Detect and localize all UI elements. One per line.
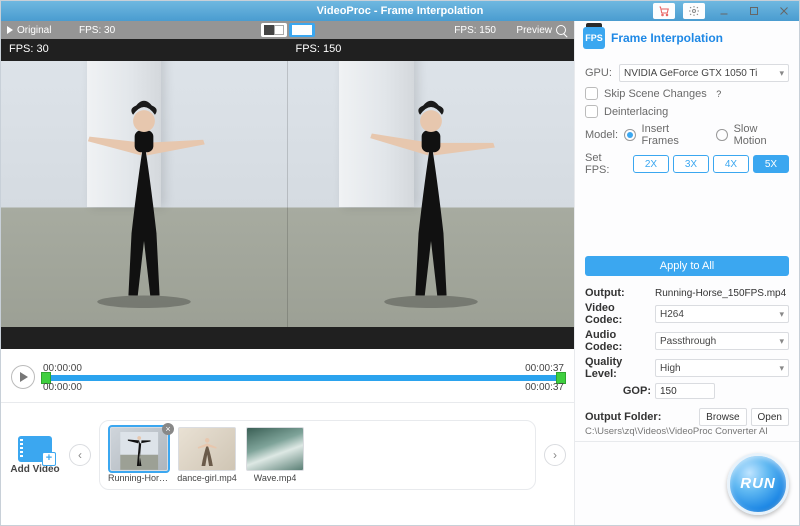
gop-value: 150	[660, 386, 677, 397]
timeline-track[interactable]	[43, 375, 564, 381]
skip-scene-label: Skip Scene Changes	[604, 88, 707, 100]
audio-codec-label: Audio Codec:	[585, 329, 651, 353]
add-video-icon	[18, 436, 52, 462]
clip-remove-icon[interactable]: ×	[162, 423, 174, 435]
output-label: Output:	[585, 287, 651, 299]
settings-icon[interactable]	[683, 3, 705, 19]
cart-icon[interactable]	[653, 3, 675, 19]
magnify-icon	[556, 25, 566, 35]
chevron-down-icon: ▾	[779, 336, 784, 347]
clips-list: × Running-Horse.m dance-girl.mp4 Wave.mp…	[99, 420, 536, 490]
output-folder-label: Output Folder:	[585, 411, 661, 423]
audio-codec-select[interactable]: Passthrough ▾	[655, 332, 789, 350]
fps-out-label: FPS: 150	[332, 21, 502, 39]
model-label: Model:	[585, 129, 618, 141]
fps-2x-button[interactable]: 2X	[633, 155, 669, 173]
quality-value: High	[660, 363, 681, 374]
model-insert-label: Insert Frames	[642, 123, 705, 147]
preview-toolbar: Original FPS: 30 FPS: 150 Preview	[1, 21, 574, 39]
preview-canvas: FPS: 30 FPS: 150	[1, 39, 574, 349]
clip-caption: Wave.mp4	[254, 473, 297, 483]
quality-label: Quality Level:	[585, 356, 651, 380]
maximize-button[interactable]	[743, 3, 765, 19]
panel-header: FPS Frame Interpolation	[575, 21, 799, 55]
output-section: Output: Running-Horse_150FPS.mp4 Video C…	[575, 280, 799, 406]
close-button[interactable]	[773, 3, 795, 19]
deinterlacing-checkbox[interactable]	[585, 105, 598, 118]
apply-all-button[interactable]: Apply to All	[585, 256, 789, 276]
play-button[interactable]	[11, 365, 35, 389]
video-codec-select[interactable]: H264 ▾	[655, 305, 789, 323]
app-title: VideoProc - Frame Interpolation	[317, 5, 484, 17]
compare-mode-group	[257, 21, 319, 39]
window-controls	[653, 1, 795, 21]
gpu-label: GPU:	[585, 67, 613, 79]
preview-right	[287, 61, 574, 327]
audio-codec-value: Passthrough	[660, 336, 716, 347]
title-bar: VideoProc - Frame Interpolation	[1, 1, 799, 21]
apply-all-label: Apply to All	[660, 260, 714, 272]
clips-strip: Add Video ‹ × Running-Horse.m dance-girl…	[1, 403, 574, 507]
open-button[interactable]: Open	[751, 408, 789, 426]
clips-prev-button[interactable]: ‹	[69, 444, 91, 466]
chevron-down-icon: ▾	[779, 363, 784, 374]
help-icon[interactable]: ?	[713, 88, 725, 100]
add-video-button[interactable]: Add Video	[9, 436, 61, 475]
time-start-bottom: 00:00:00	[43, 382, 82, 393]
timeline: 00:00:00 00:00:37 00:00:00 00:00:37	[1, 349, 574, 403]
clip-caption: Running-Horse.m	[108, 473, 170, 483]
compare-split-button[interactable]	[261, 23, 287, 37]
frame-interpolation-icon: FPS	[583, 27, 605, 49]
clip-item[interactable]: dance-girl.mp4	[176, 427, 238, 483]
clips-next-button[interactable]: ›	[544, 444, 566, 466]
model-insert-radio[interactable]	[624, 129, 635, 141]
preview-tab-label: Preview	[516, 25, 552, 36]
gpu-select[interactable]: NVIDIA GeForce GTX 1050 Ti ▾	[619, 64, 789, 82]
preview-left	[1, 61, 287, 327]
play-icon	[7, 26, 13, 34]
gop-label: GOP:	[585, 385, 651, 397]
play-icon	[20, 372, 28, 382]
overlay-fps-left: FPS: 30	[1, 41, 57, 57]
browse-button[interactable]: Browse	[699, 408, 746, 426]
fps-in-label: FPS: 30	[73, 21, 243, 39]
video-codec-label: Video Codec:	[585, 302, 651, 326]
run-button[interactable]: RUN	[727, 453, 789, 515]
original-tab-label: Original	[17, 25, 51, 36]
fps-5x-button[interactable]: 5X	[753, 155, 789, 173]
compare-side-button[interactable]	[289, 23, 315, 37]
original-tab[interactable]: Original	[1, 21, 73, 39]
setfps-label: Set FPS:	[585, 152, 627, 176]
fps-multiplier-group: 2X 3X 4X 5X	[633, 155, 789, 173]
skip-scene-checkbox[interactable]	[585, 87, 598, 100]
overlay-fps-right: FPS: 150	[288, 41, 350, 57]
clip-caption: dance-girl.mp4	[177, 473, 237, 483]
clip-item[interactable]: × Running-Horse.m	[108, 427, 170, 483]
gpu-value: NVIDIA GeForce GTX 1050 Ti	[624, 68, 757, 79]
video-codec-value: H264	[660, 309, 684, 320]
gop-input[interactable]: 150	[655, 383, 715, 399]
output-folder-path: C:\Users\zq\Videos\VideoProc Converter A…	[575, 426, 799, 441]
quality-select[interactable]: High ▾	[655, 359, 789, 377]
fps-4x-button[interactable]: 4X	[713, 155, 749, 173]
panel-title: Frame Interpolation	[611, 31, 723, 45]
output-filename: Running-Horse_150FPS.mp4	[655, 288, 786, 299]
clip-item[interactable]: Wave.mp4	[244, 427, 306, 483]
deinterlacing-label: Deinterlacing	[604, 106, 668, 118]
model-slow-label: Slow Motion	[734, 123, 789, 147]
chevron-down-icon: ▾	[779, 309, 784, 320]
chevron-down-icon: ▾	[779, 68, 784, 79]
fps-3x-button[interactable]: 3X	[673, 155, 709, 173]
minimize-button[interactable]	[713, 3, 735, 19]
model-slow-radio[interactable]	[716, 129, 727, 141]
time-end-bottom: 00:00:37	[525, 382, 564, 393]
run-label: RUN	[740, 475, 776, 492]
preview-tab[interactable]: Preview	[502, 21, 574, 39]
